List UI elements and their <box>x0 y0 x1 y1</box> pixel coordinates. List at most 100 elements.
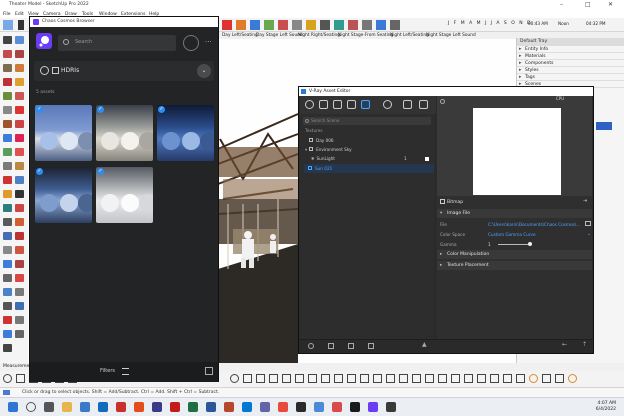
app-icon[interactable] <box>296 402 306 412</box>
color-swatch[interactable] <box>425 157 429 161</box>
layers-icon[interactable] <box>347 100 356 109</box>
tool-icon[interactable] <box>412 374 421 383</box>
select-tool-icon[interactable] <box>3 20 13 30</box>
tool-icon[interactable] <box>360 374 369 383</box>
sketchup-icon[interactable] <box>332 402 342 412</box>
tool-icon[interactable] <box>542 374 551 383</box>
tool-icon[interactable] <box>3 120 12 128</box>
search-icon[interactable] <box>26 402 36 412</box>
tool-icon[interactable] <box>15 218 24 226</box>
tool-icon[interactable] <box>3 260 12 268</box>
tool-icon[interactable] <box>230 374 239 383</box>
vray-icon[interactable] <box>350 402 360 412</box>
tool-icon[interactable] <box>15 134 24 142</box>
file-explorer-icon[interactable] <box>62 402 72 412</box>
tool-icon[interactable] <box>490 374 499 383</box>
tool-icon[interactable] <box>3 162 12 170</box>
tree-item[interactable]: Day 006 <box>309 138 334 143</box>
more-options-icon[interactable]: ··· <box>205 38 212 46</box>
tool-icon[interactable] <box>425 374 434 383</box>
tool-icon[interactable] <box>3 288 12 296</box>
tool-icon[interactable] <box>222 20 232 30</box>
tool-icon[interactable] <box>3 302 12 310</box>
tool-icon[interactable] <box>555 374 564 383</box>
excel-icon[interactable] <box>188 402 198 412</box>
tool-icon[interactable] <box>15 64 24 72</box>
tool-icon[interactable] <box>362 20 372 30</box>
months-bar[interactable]: J F M A M J J A S O N D <box>448 21 532 26</box>
app-icon[interactable] <box>116 402 126 412</box>
powerpoint-icon[interactable] <box>224 402 234 412</box>
cleanup-icon[interactable]: ▲ <box>422 341 428 348</box>
tool-icon[interactable] <box>320 20 330 30</box>
tool-icon[interactable] <box>3 190 12 198</box>
hdri-thumbnail[interactable]: ✓ <box>96 105 153 161</box>
gamma-value[interactable]: 1 <box>488 242 491 247</box>
tool-icon[interactable] <box>3 232 12 240</box>
materials-icon[interactable] <box>305 100 314 109</box>
tool-icon[interactable] <box>438 374 447 383</box>
tool-icon[interactable] <box>15 36 24 44</box>
tool-icon[interactable] <box>3 78 12 86</box>
tool-icon[interactable] <box>15 204 24 212</box>
tool-icon[interactable] <box>15 274 24 282</box>
tool-icon[interactable] <box>264 20 274 30</box>
select-icon[interactable] <box>3 36 12 44</box>
lights-icon[interactable] <box>319 100 328 109</box>
tool-icon[interactable] <box>292 20 302 30</box>
edge-icon[interactable] <box>98 402 108 412</box>
tool-icon[interactable] <box>568 374 577 383</box>
tool-icon[interactable] <box>373 374 382 383</box>
tool-icon[interactable] <box>308 374 317 383</box>
upload-icon[interactable]: ⇡ <box>582 341 588 348</box>
scene-tab[interactable]: Night Right/Seating <box>298 33 340 38</box>
chevron-down-icon[interactable]: ⌄ <box>197 64 211 78</box>
tool-icon[interactable] <box>334 374 343 383</box>
tool-icon[interactable] <box>15 288 24 296</box>
scene-tab[interactable]: Day Left/Seating <box>222 33 258 38</box>
tool-icon[interactable] <box>3 246 12 254</box>
hdri-thumbnail[interactable]: ✓ <box>35 105 92 161</box>
scene-tab[interactable]: Day Stage Left Sound <box>256 33 303 38</box>
tool-icon[interactable] <box>3 50 12 58</box>
app-icon[interactable] <box>170 402 180 412</box>
tool-icon[interactable] <box>243 374 252 383</box>
app-icon[interactable] <box>278 402 288 412</box>
tool-icon[interactable] <box>15 330 24 338</box>
tool-icon[interactable] <box>3 92 12 100</box>
windows-start-icon[interactable] <box>8 402 18 412</box>
tool-icon[interactable] <box>386 374 395 383</box>
tool-icon[interactable] <box>3 330 12 338</box>
tool-icon[interactable] <box>15 92 24 100</box>
tool-icon[interactable] <box>282 374 291 383</box>
tool-icon[interactable] <box>256 374 265 383</box>
cursor-icon[interactable] <box>18 20 24 30</box>
folder-icon[interactable] <box>348 343 354 349</box>
tool-icon[interactable] <box>15 232 24 240</box>
app-icon[interactable] <box>80 402 90 412</box>
delete-icon[interactable] <box>368 343 374 349</box>
tool-icon[interactable] <box>16 374 25 383</box>
tool-icon[interactable] <box>3 274 12 282</box>
back-icon[interactable]: ← <box>562 341 568 348</box>
teams-icon[interactable] <box>260 402 270 412</box>
outlook-icon[interactable] <box>242 402 252 412</box>
tool-icon[interactable] <box>321 374 330 383</box>
filters-button[interactable]: Filters <box>100 368 115 374</box>
tool-icon[interactable] <box>278 20 288 30</box>
maximize-icon[interactable]: □ <box>585 1 591 8</box>
frame-buffer-icon[interactable] <box>419 100 428 109</box>
tool-icon[interactable] <box>15 162 24 170</box>
app-icon[interactable] <box>134 402 144 412</box>
tool-icon[interactable] <box>3 64 12 72</box>
tool-icon[interactable] <box>529 374 538 383</box>
tool-icon[interactable] <box>15 106 24 114</box>
tool-icon[interactable] <box>15 50 24 58</box>
tool-icon[interactable] <box>451 374 460 383</box>
import-icon[interactable] <box>328 343 334 349</box>
tray-item-materials[interactable]: Materials <box>517 53 624 60</box>
tool-icon[interactable] <box>3 204 12 212</box>
render-icon[interactable] <box>403 100 412 109</box>
settings-icon[interactable] <box>383 100 392 109</box>
tool-icon[interactable] <box>464 374 473 383</box>
